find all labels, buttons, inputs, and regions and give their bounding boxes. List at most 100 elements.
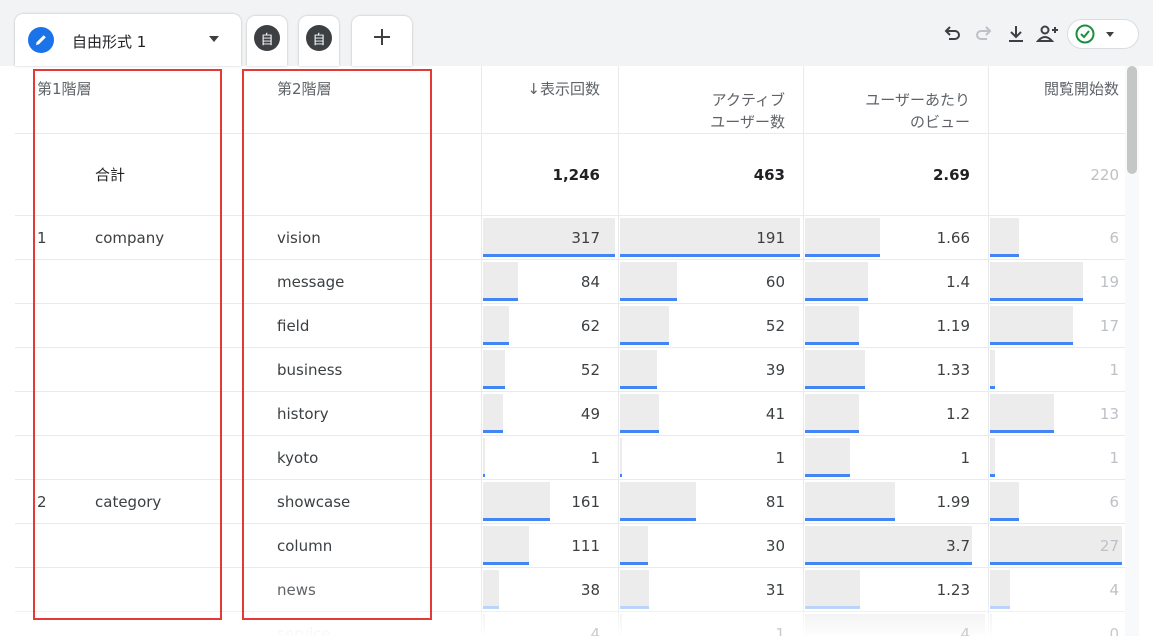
table-row[interactable]: history 49 41 1.2 13 <box>15 392 1125 436</box>
row-users: 52 <box>619 304 803 347</box>
value-views: 4 <box>590 624 600 636</box>
total-sessions-start: 220 <box>1090 165 1119 184</box>
bar-line-views <box>483 562 529 565</box>
row-dim1 <box>95 392 235 435</box>
total-views-per-user: 2.69 <box>932 165 970 184</box>
fade-overlay <box>0 606 1125 636</box>
bar-line-starts <box>990 254 1019 257</box>
table-row[interactable]: column 111 30 3.7 27 <box>15 524 1125 568</box>
value-starts: 1 <box>1109 360 1119 379</box>
value-vpu: 1.2 <box>946 404 970 423</box>
header-views[interactable]: ↓表示回数 <box>482 66 618 133</box>
bar-users <box>620 350 657 389</box>
value-vpu: 1.99 <box>936 492 970 511</box>
bar-line-users <box>620 474 622 477</box>
row-users: 191 <box>619 216 803 259</box>
bar-line-vpu <box>805 518 895 521</box>
bar-starts <box>990 482 1019 521</box>
tab-2[interactable]: 自 <box>247 16 287 66</box>
undo-icon[interactable] <box>939 21 965 47</box>
total-views: 1,246 <box>552 165 600 184</box>
row-dim1 <box>95 568 235 611</box>
row-dim2: history <box>277 404 329 423</box>
bar-users <box>620 306 669 345</box>
value-starts: 6 <box>1109 228 1119 247</box>
bar-views <box>483 570 499 609</box>
bar-line-views <box>483 342 509 345</box>
table-row[interactable]: field 62 52 1.19 17 <box>15 304 1125 348</box>
header-sessions-start[interactable]: 閲覧開始数 <box>989 66 1125 133</box>
table-row[interactable]: kyoto 1 1 1 1 <box>15 436 1125 480</box>
row-views: 317 <box>482 216 618 259</box>
download-icon[interactable] <box>1003 21 1029 47</box>
bar-line-vpu <box>805 430 859 433</box>
row-users: 1 <box>619 436 803 479</box>
bar-views <box>483 438 485 477</box>
row-views: 111 <box>482 524 618 567</box>
header-dim2[interactable]: 第2階層 <box>277 66 477 133</box>
row-views: 62 <box>482 304 618 347</box>
value-starts: 19 <box>1099 272 1119 291</box>
share-user-icon[interactable] <box>1035 21 1061 47</box>
row-dim2: showcase <box>277 492 351 511</box>
bar-starts <box>990 350 995 389</box>
table-row[interactable]: 1 company vision 317 191 1.66 6 <box>15 216 1125 260</box>
row-dim1: company <box>95 228 165 247</box>
table-row[interactable]: business 52 39 1.33 1 <box>15 348 1125 392</box>
bar-vpu <box>805 218 880 257</box>
header-views-per-user[interactable]: ユーザーあたり のビュー <box>804 66 988 133</box>
row-dim2: message <box>277 272 345 291</box>
bar-vpu <box>805 570 860 609</box>
value-views: 1 <box>590 448 600 467</box>
table-total-row: 合計 1,246 463 2.69 220 <box>15 134 1125 216</box>
row-index <box>37 568 77 611</box>
bar-line-vpu <box>805 562 972 565</box>
value-starts: 27 <box>1099 536 1119 555</box>
redo-icon[interactable] <box>971 21 997 47</box>
value-starts: 4 <box>1109 580 1119 599</box>
header-active-users[interactable]: アクティブ ユーザー数 <box>619 66 803 133</box>
chevron-down-icon[interactable] <box>209 36 219 42</box>
bar-line-users <box>620 386 657 389</box>
row-dim1 <box>95 260 235 303</box>
bar-starts <box>990 262 1083 301</box>
table-row[interactable]: message 84 60 1.4 19 <box>15 260 1125 304</box>
bar-starts <box>990 306 1073 345</box>
row-dim2: field <box>277 316 310 335</box>
scrollbar-thumb[interactable] <box>1127 66 1137 174</box>
status-dropdown[interactable] <box>1067 19 1139 49</box>
value-views: 38 <box>580 580 600 599</box>
row-starts: 1 <box>989 436 1125 479</box>
bar-line-views <box>483 518 550 521</box>
bar-line-vpu <box>805 254 880 257</box>
bar-line-users <box>620 562 648 565</box>
value-vpu: 1.23 <box>936 580 970 599</box>
value-starts: 0 <box>1109 624 1119 636</box>
row-dim2: kyoto <box>277 448 319 467</box>
value-starts: 17 <box>1099 316 1119 335</box>
table-row[interactable]: 2 category showcase 161 81 1.99 6 <box>15 480 1125 524</box>
tab-3[interactable]: 自 <box>299 16 339 66</box>
row-dim1: category <box>95 492 162 511</box>
value-views: 52 <box>580 360 600 379</box>
row-starts: 17 <box>989 304 1125 347</box>
row-starts: 6 <box>989 216 1125 259</box>
row-dim2: news <box>277 580 316 599</box>
add-tab-button[interactable] <box>352 16 412 66</box>
row-users: 81 <box>619 480 803 523</box>
value-views: 161 <box>571 492 600 511</box>
pencil-icon <box>28 27 54 53</box>
tab-2-icon: 自 <box>254 25 280 51</box>
bar-line-starts <box>990 430 1054 433</box>
header-dim1[interactable]: 第1階層 <box>37 66 237 133</box>
row-views: 38 <box>482 568 618 611</box>
row-index: 2 <box>37 492 47 511</box>
row-index <box>37 348 77 391</box>
value-views: 62 <box>580 316 600 335</box>
bar-line-users <box>620 298 677 301</box>
total-label: 合計 <box>95 166 126 184</box>
row-users: 39 <box>619 348 803 391</box>
tab-freeform-1[interactable]: 自由形式 1 <box>15 14 241 66</box>
row-starts: 13 <box>989 392 1125 435</box>
check-circle-icon <box>1075 24 1095 44</box>
